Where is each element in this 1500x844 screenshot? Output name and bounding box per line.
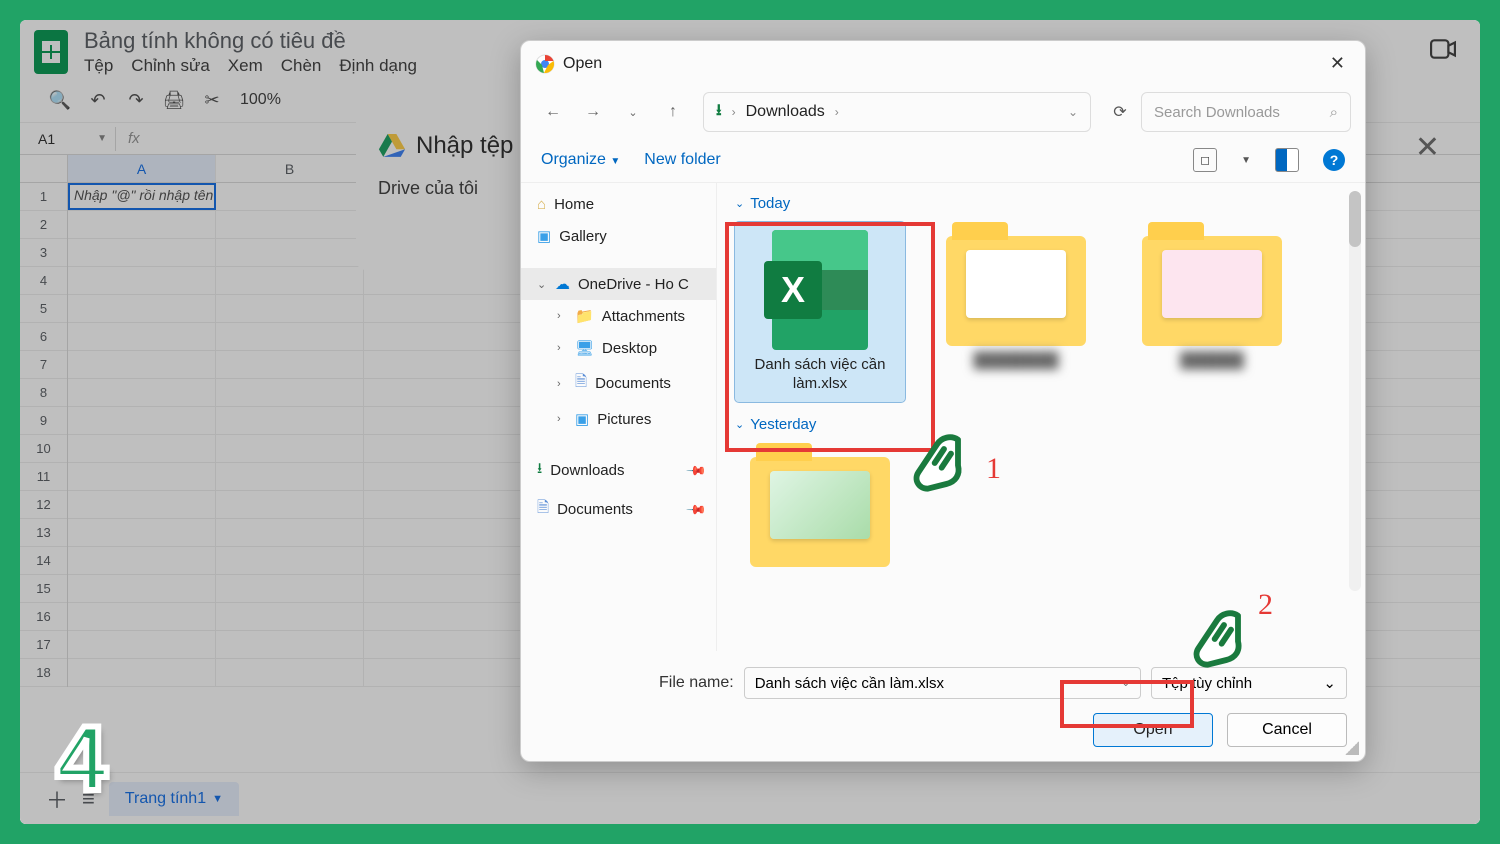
preview-pane-button[interactable] <box>1275 148 1299 172</box>
refresh-button[interactable]: ⟳ <box>1103 102 1137 122</box>
tree-documents-pinned[interactable]: 🗎Documents📌 <box>521 490 716 529</box>
tree-attachments[interactable]: ›📁Attachments <box>521 300 716 332</box>
meet-camera-icon[interactable] <box>1430 39 1466 65</box>
downloads-path-icon: ⭳ <box>716 99 722 126</box>
excel-file-icon: X <box>760 230 880 350</box>
file-list-pane[interactable]: ⌄Today X Danh sách việc cần làm.xlsx ███… <box>717 183 1365 651</box>
tree-downloads[interactable]: ⭳Downloads📌 <box>521 451 716 490</box>
group-today[interactable]: ⌄Today <box>735 195 1347 212</box>
tree-desktop[interactable]: ›🖥Desktop <box>521 332 716 364</box>
nav-forward-button[interactable]: → <box>575 94 611 130</box>
chevron-right-icon: › <box>557 342 567 354</box>
home-icon: ⌂ <box>537 196 546 213</box>
menu-format[interactable]: Định dạng <box>339 56 417 76</box>
cancel-button[interactable]: Cancel <box>1227 713 1347 747</box>
tree-gallery[interactable]: ▣Gallery <box>521 220 716 252</box>
step-badge: 4 <box>56 707 107 812</box>
filename-input[interactable]: Danh sách việc cần làm.xlsx⌄ <box>744 667 1141 699</box>
sheet-tab-bar: ＋ ≡ Trang tính1▼ <box>20 772 1480 824</box>
menu-bar: Tệp Chỉnh sửa Xem Chèn Định dạng <box>84 56 417 76</box>
annotation-number-1: 1 <box>986 452 1001 486</box>
zoom-select[interactable]: 100% <box>240 91 281 109</box>
tree-pictures[interactable]: ›▣Pictures <box>521 403 716 435</box>
new-folder-button[interactable]: New folder <box>644 151 720 169</box>
chevron-right-icon: › <box>557 378 567 390</box>
resize-grip[interactable] <box>1345 741 1359 755</box>
help-button[interactable]: ? <box>1323 149 1345 171</box>
menu-insert[interactable]: Chèn <box>281 56 322 76</box>
tree-onedrive[interactable]: ⌄☁OneDrive - Ho C <box>521 268 716 300</box>
nav-up-button[interactable]: ↑ <box>655 94 691 130</box>
tree-home[interactable]: ⌂Home <box>521 189 716 220</box>
chrome-icon <box>535 54 555 74</box>
organize-menu[interactable]: Organize ▼ <box>541 151 620 169</box>
redo-icon[interactable]: ↷ <box>126 90 146 110</box>
pin-icon: 📌 <box>685 498 708 521</box>
search-input[interactable]: Search Downloads ⌕ <box>1141 92 1351 132</box>
documents-icon: 🗎 <box>537 497 549 522</box>
folder-icon <box>1142 236 1282 346</box>
import-modal-title: Nhập tệp <box>416 132 513 160</box>
menu-view[interactable]: Xem <box>228 56 263 76</box>
undo-icon[interactable]: ↶ <box>88 90 108 110</box>
group-yesterday[interactable]: ⌄Yesterday <box>735 416 1347 433</box>
cell-a1[interactable]: Nhập "@" rồi nhập tên tệp để chèn <box>68 183 216 210</box>
filename-label: File name: <box>659 674 734 692</box>
google-drive-icon <box>378 134 406 158</box>
gallery-icon: ▣ <box>537 227 551 245</box>
dialog-close-button[interactable]: ✕ <box>1324 51 1351 76</box>
tree-documents[interactable]: ›🗎Documents <box>521 364 716 403</box>
import-close-button[interactable]: ✕ <box>1415 130 1440 165</box>
view-mode-button[interactable]: ◻ <box>1193 148 1217 172</box>
search-icon[interactable]: 🔍 <box>50 90 70 110</box>
file-label-blurred: ██████ <box>1180 352 1244 371</box>
sheet-tab-active[interactable]: Trang tính1▼ <box>109 782 239 816</box>
documents-icon: 🗎 <box>575 371 587 396</box>
menu-edit[interactable]: Chỉnh sửa <box>131 56 209 76</box>
menu-file[interactable]: Tệp <box>84 56 113 76</box>
file-item-excel[interactable]: X Danh sách việc cần làm.xlsx <box>735 222 905 402</box>
hand-pointer-icon <box>1182 604 1252 679</box>
chevron-right-icon: › <box>557 310 567 322</box>
scrollbar[interactable] <box>1349 191 1361 591</box>
fx-label: fx <box>116 130 152 147</box>
sheets-logo-icon <box>34 30 68 74</box>
pictures-icon: ▣ <box>575 410 589 428</box>
paint-format-icon[interactable]: ✂ <box>202 90 222 110</box>
breadcrumb-downloads[interactable]: Downloads <box>746 103 825 121</box>
folder-icon: 📁 <box>575 307 594 325</box>
nav-back-button[interactable]: ← <box>535 94 571 130</box>
path-dropdown-icon[interactable]: ⌄ <box>1068 105 1078 119</box>
downloads-icon: ⭳ <box>537 458 542 483</box>
print-icon[interactable]: 🖨 <box>164 90 184 110</box>
nav-recent-dropdown[interactable]: ⌄ <box>615 94 651 130</box>
folder-icon <box>946 236 1086 346</box>
row-headers: 123 456 789 101112 131415 161718 <box>20 183 68 687</box>
navigation-tree: ⌂Home ▣Gallery ⌄☁OneDrive - Ho C ›📁Attac… <box>521 183 717 651</box>
view-dropdown-icon[interactable]: ▼ <box>1241 155 1251 166</box>
name-box[interactable]: A1▼ <box>30 127 116 151</box>
file-label: Danh sách việc cần làm.xlsx <box>743 356 897 394</box>
pin-icon: 📌 <box>685 459 708 482</box>
onedrive-icon: ☁ <box>555 275 570 293</box>
dialog-title: Open <box>563 55 1316 73</box>
document-title[interactable]: Bảng tính không có tiêu đề <box>84 28 417 54</box>
search-placeholder: Search Downloads <box>1154 104 1280 121</box>
annotation-number-2: 2 <box>1258 588 1273 622</box>
desktop-icon: 🖥 <box>575 339 594 357</box>
file-label-blurred: ████████ <box>973 352 1058 371</box>
file-item-folder-1[interactable]: ████████ <box>931 222 1101 402</box>
address-bar[interactable]: ⭳ › Downloads › ⌄ <box>703 92 1091 132</box>
file-item-folder-3[interactable] <box>735 443 905 575</box>
hand-pointer-icon <box>902 428 972 503</box>
folder-icon <box>750 457 890 567</box>
open-button[interactable]: Open <box>1093 713 1213 747</box>
file-item-folder-2[interactable]: ██████ <box>1127 222 1297 402</box>
chevron-right-icon: › <box>557 413 567 425</box>
search-icon: ⌕ <box>1330 104 1338 121</box>
chevron-down-icon: ⌄ <box>537 278 547 291</box>
